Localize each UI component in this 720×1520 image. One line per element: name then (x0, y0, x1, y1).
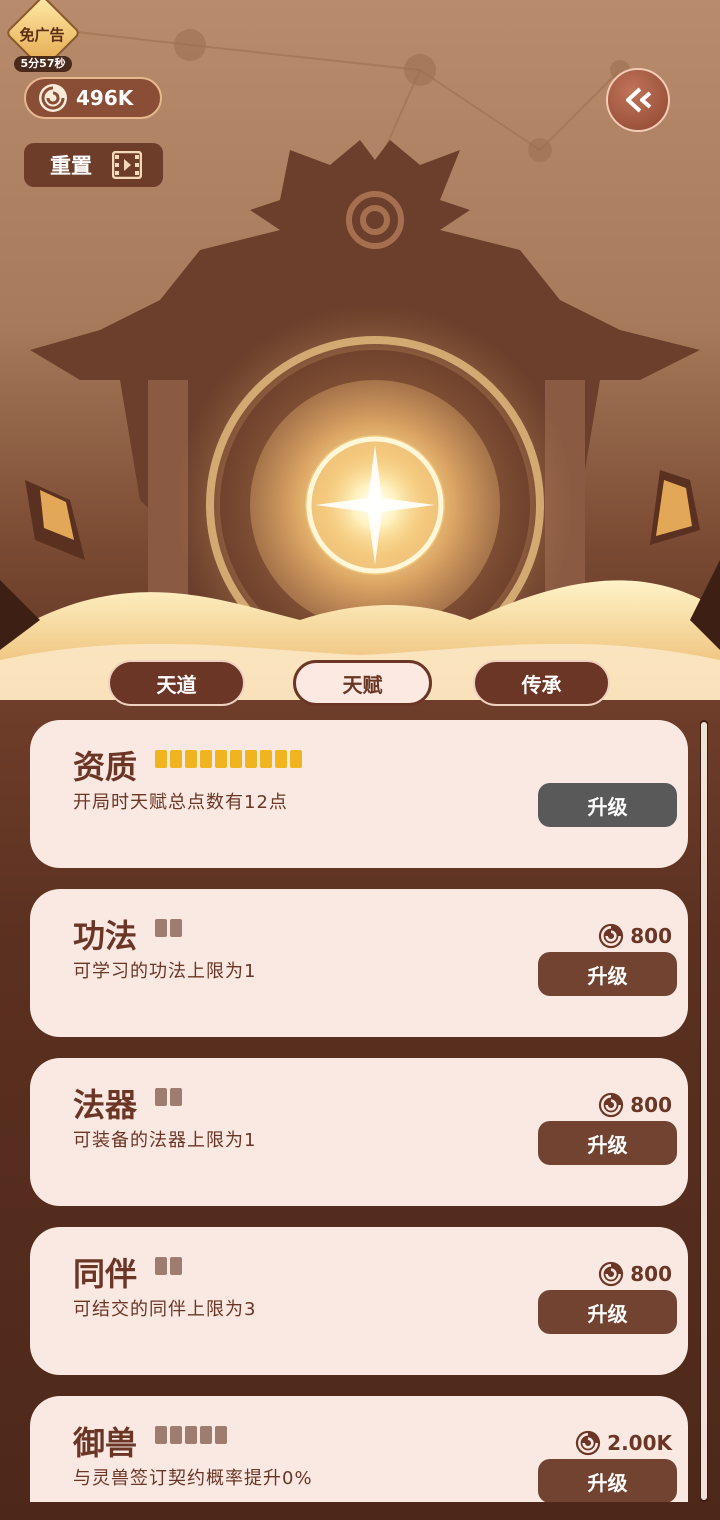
cost-amount: 2.00K (607, 1431, 672, 1455)
spirit-coin-icon (599, 1261, 624, 1287)
level-pip (155, 1257, 168, 1275)
level-pip (155, 1426, 168, 1444)
spirit-coin-icon (599, 923, 624, 949)
reset-button[interactable]: 重置 (24, 143, 163, 187)
category-tabs: 天道 天赋 传承 (0, 658, 720, 708)
double-chevron-left-icon (626, 87, 652, 113)
level-pip (155, 919, 168, 937)
upgrade-button[interactable]: 升级 (538, 952, 677, 996)
level-pip (260, 750, 273, 768)
level-pip (170, 1257, 183, 1275)
level-pip (200, 750, 213, 768)
level-pip (170, 1426, 183, 1444)
talent-description: 可学习的功法上限为1 (73, 961, 257, 982)
upgrade-button[interactable]: 升级 (538, 783, 677, 827)
level-pip (185, 1426, 198, 1444)
tab-tianfu[interactable]: 天赋 (293, 660, 432, 706)
talent-name: 功法 (73, 917, 138, 955)
upgrade-cost: 800 (598, 1092, 672, 1118)
back-button[interactable] (606, 68, 670, 132)
upgrade-cost: 800 (598, 923, 672, 949)
currency-amount: 496K (76, 86, 134, 110)
talent-description: 开局时天赋总点数有12点 (73, 792, 288, 813)
level-pip (215, 750, 228, 768)
level-pip (275, 750, 288, 768)
talent-level-pips (155, 750, 303, 768)
level-pip (155, 750, 168, 768)
talent-description: 与灵兽签订契约概率提升0% (73, 1468, 313, 1489)
level-pip (215, 1426, 228, 1444)
tab-chuancheng[interactable]: 传承 (473, 660, 610, 706)
talent-card: 御兽 与灵兽签订契约概率提升0% 2.00K 升级 (30, 1396, 688, 1502)
talent-level-pips (155, 1426, 228, 1444)
level-pip (245, 750, 258, 768)
cost-amount: 800 (630, 1262, 672, 1286)
upgrade-button[interactable]: 升级 (538, 1459, 677, 1502)
talent-level-pips (155, 919, 183, 937)
talent-card: 功法 可学习的功法上限为1 800 升级 (30, 889, 688, 1037)
level-pip (230, 750, 243, 768)
ad-free-badge[interactable]: 免广告 5分57秒 (4, 0, 82, 72)
level-pip (170, 750, 183, 768)
video-ad-icon (112, 151, 142, 179)
talent-level-pips (155, 1088, 183, 1106)
talent-description: 可装备的法器上限为1 (73, 1130, 257, 1151)
talent-name: 御兽 (73, 1424, 138, 1462)
ad-free-timer: 5分57秒 (14, 56, 72, 72)
spirit-coin-icon (576, 1430, 601, 1456)
upgrade-cost: 800 (598, 1261, 672, 1287)
talent-card: 法器 可装备的法器上限为1 800 升级 (30, 1058, 688, 1206)
talent-level-pips (155, 1257, 183, 1275)
cost-amount: 800 (630, 924, 672, 948)
level-pip (200, 1426, 213, 1444)
talent-name: 法器 (73, 1086, 138, 1124)
upgrade-button[interactable]: 升级 (538, 1121, 677, 1165)
talent-name: 同伴 (73, 1255, 138, 1293)
spirit-coin-icon (39, 84, 67, 112)
upgrade-cost: 2.00K (575, 1430, 672, 1456)
talent-card: 同伴 可结交的同伴上限为3 800 升级 (30, 1227, 688, 1375)
spirit-coin-icon (599, 1092, 624, 1118)
talent-list[interactable]: 资质 开局时天赋总点数有12点 升级 功法 可学习的功法上限为1 800 升级 … (30, 720, 690, 1502)
currency-display: 496K (24, 77, 162, 119)
scrollbar-thumb[interactable] (701, 722, 707, 1500)
level-pip (185, 750, 198, 768)
talent-name: 资质 (73, 748, 138, 786)
level-pip (170, 919, 183, 937)
talent-description: 可结交的同伴上限为3 (73, 1299, 257, 1320)
upgrade-button[interactable]: 升级 (538, 1290, 677, 1334)
level-pip (290, 750, 303, 768)
level-pip (155, 1088, 168, 1106)
level-pip (170, 1088, 183, 1106)
cost-amount: 800 (630, 1093, 672, 1117)
reset-label: 重置 (50, 154, 92, 178)
talent-card: 资质 开局时天赋总点数有12点 升级 (30, 720, 688, 868)
tab-tiandao[interactable]: 天道 (108, 660, 245, 706)
ad-free-label: 免广告 (19, 26, 65, 44)
